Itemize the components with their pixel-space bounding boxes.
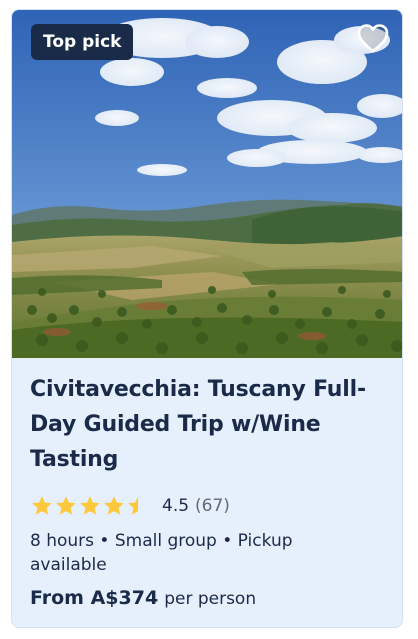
price-row: From A$374 per person: [30, 587, 384, 609]
top-pick-badge: Top pick: [31, 24, 134, 60]
tuscany-landscape-image: [12, 10, 402, 358]
star-icon: [56, 496, 76, 515]
activity-details: 8 hours • Small group • Pickup available: [30, 531, 293, 575]
star-rating: [30, 494, 150, 518]
star-icon: [32, 496, 52, 515]
activity-card[interactable]: Top pick Civitavecchia: Tuscany Full-Day…: [11, 9, 403, 628]
half-star-icon: [128, 496, 138, 515]
price-unit: per person: [164, 589, 257, 609]
activity-image[interactable]: Top pick: [12, 10, 402, 358]
rating-row: 4.5 (67): [30, 493, 384, 519]
price-amount: From A$374: [30, 587, 159, 609]
heart-outline-icon: [357, 24, 389, 53]
star-icon: [104, 496, 124, 515]
star-icon: [80, 496, 100, 515]
review-count: (67): [195, 496, 230, 516]
activity-title[interactable]: Civitavecchia: Tuscany Full-Day Guided T…: [30, 372, 384, 477]
wishlist-button[interactable]: [356, 22, 390, 56]
rating-value: 4.5: [162, 496, 190, 516]
